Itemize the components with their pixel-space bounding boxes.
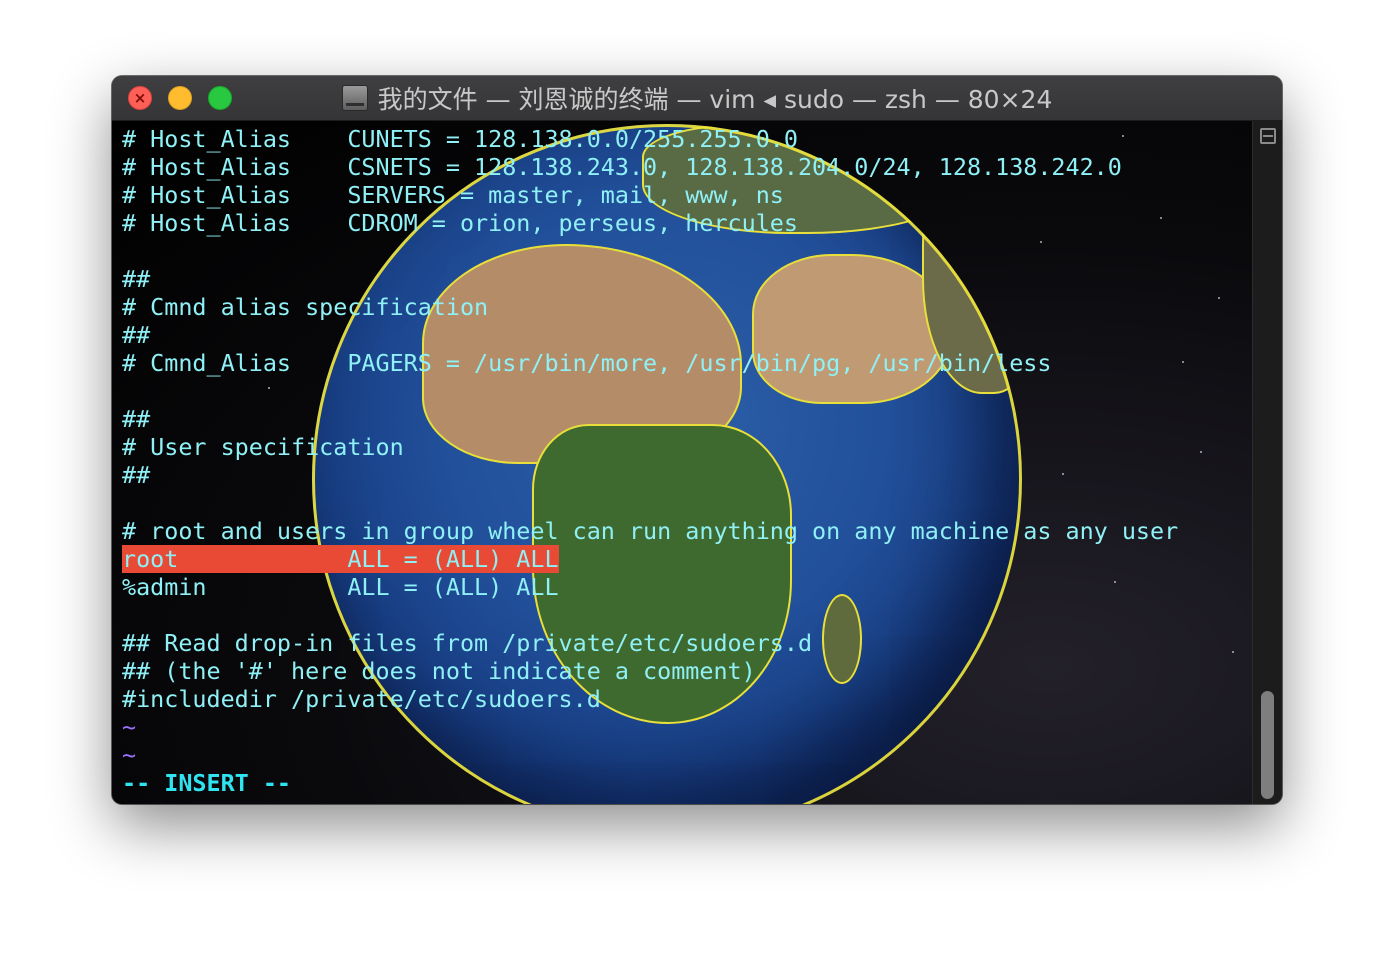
terminal-line: # Cmnd_Alias PAGERS = /usr/bin/more, /us… <box>122 349 1052 377</box>
close-button[interactable]: × <box>128 86 152 110</box>
star <box>1200 451 1202 453</box>
terminal-line: ## (the '#' here does not indicate a com… <box>122 657 756 685</box>
zoom-button[interactable] <box>208 86 232 110</box>
terminal-window: × 我的文件 — 刘恩诚的终端 — vim ◂ sudo — zsh — 80×… <box>112 76 1282 804</box>
terminal-line: # root and users in group wheel can run … <box>122 517 1179 545</box>
split-pane-icon[interactable] <box>1260 128 1276 144</box>
terminal-line: #includedir /private/etc/sudoers.d <box>122 685 601 713</box>
terminal-line: ## <box>122 265 151 293</box>
terminal-line: # Cmnd alias specification <box>122 293 489 321</box>
minimize-button[interactable] <box>168 86 192 110</box>
terminal-line: ## Read drop-in files from /private/etc/… <box>122 629 813 657</box>
terminal-line: %admin ALL = (ALL) ALL <box>122 573 559 601</box>
terminal-line: # Host_Alias SERVERS = master, mail, www… <box>122 181 784 209</box>
terminal-line: ## <box>122 321 151 349</box>
terminal-content[interactable]: # Host_Alias CUNETS = 128.138.0.0/255.25… <box>112 121 1282 804</box>
hard-disk-icon <box>341 85 368 111</box>
star <box>1218 297 1220 299</box>
terminal-line-selected: root ALL = (ALL) ALL <box>122 545 1178 573</box>
terminal-line: # User specification <box>122 433 404 461</box>
vim-mode-indicator: -- INSERT -- <box>122 769 291 797</box>
scroll-thumb[interactable] <box>1261 691 1274 799</box>
vim-buffer[interactable]: # Host_Alias CUNETS = 128.138.0.0/255.25… <box>122 125 1178 797</box>
terminal-line: # Host_Alias CSNETS = 128.138.243.0, 128… <box>122 153 1122 181</box>
star <box>1232 651 1234 653</box>
vertical-scrollbar[interactable] <box>1252 121 1282 804</box>
close-icon: × <box>133 89 147 107</box>
empty-line-tilde: ~ <box>122 741 137 769</box>
terminal-line: # Host_Alias CDROM = orion, perseus, her… <box>122 209 798 237</box>
window-title: 我的文件 — 刘恩诚的终端 — vim ◂ sudo — zsh — 80×24 <box>377 85 1053 114</box>
terminal-line: # Host_Alias CUNETS = 128.138.0.0/255.25… <box>122 125 798 153</box>
selected-line-highlight: root ALL = (ALL) ALL <box>122 545 559 573</box>
title-bar[interactable]: × 我的文件 — 刘恩诚的终端 — vim ◂ sudo — zsh — 80×… <box>112 76 1282 121</box>
star <box>1182 361 1184 363</box>
title-area: 我的文件 — 刘恩诚的终端 — vim ◂ sudo — zsh — 80×24 <box>112 76 1282 120</box>
terminal-line: ## <box>122 405 151 433</box>
empty-line-tilde: ~ <box>122 713 137 741</box>
terminal-line: ## <box>122 461 151 489</box>
